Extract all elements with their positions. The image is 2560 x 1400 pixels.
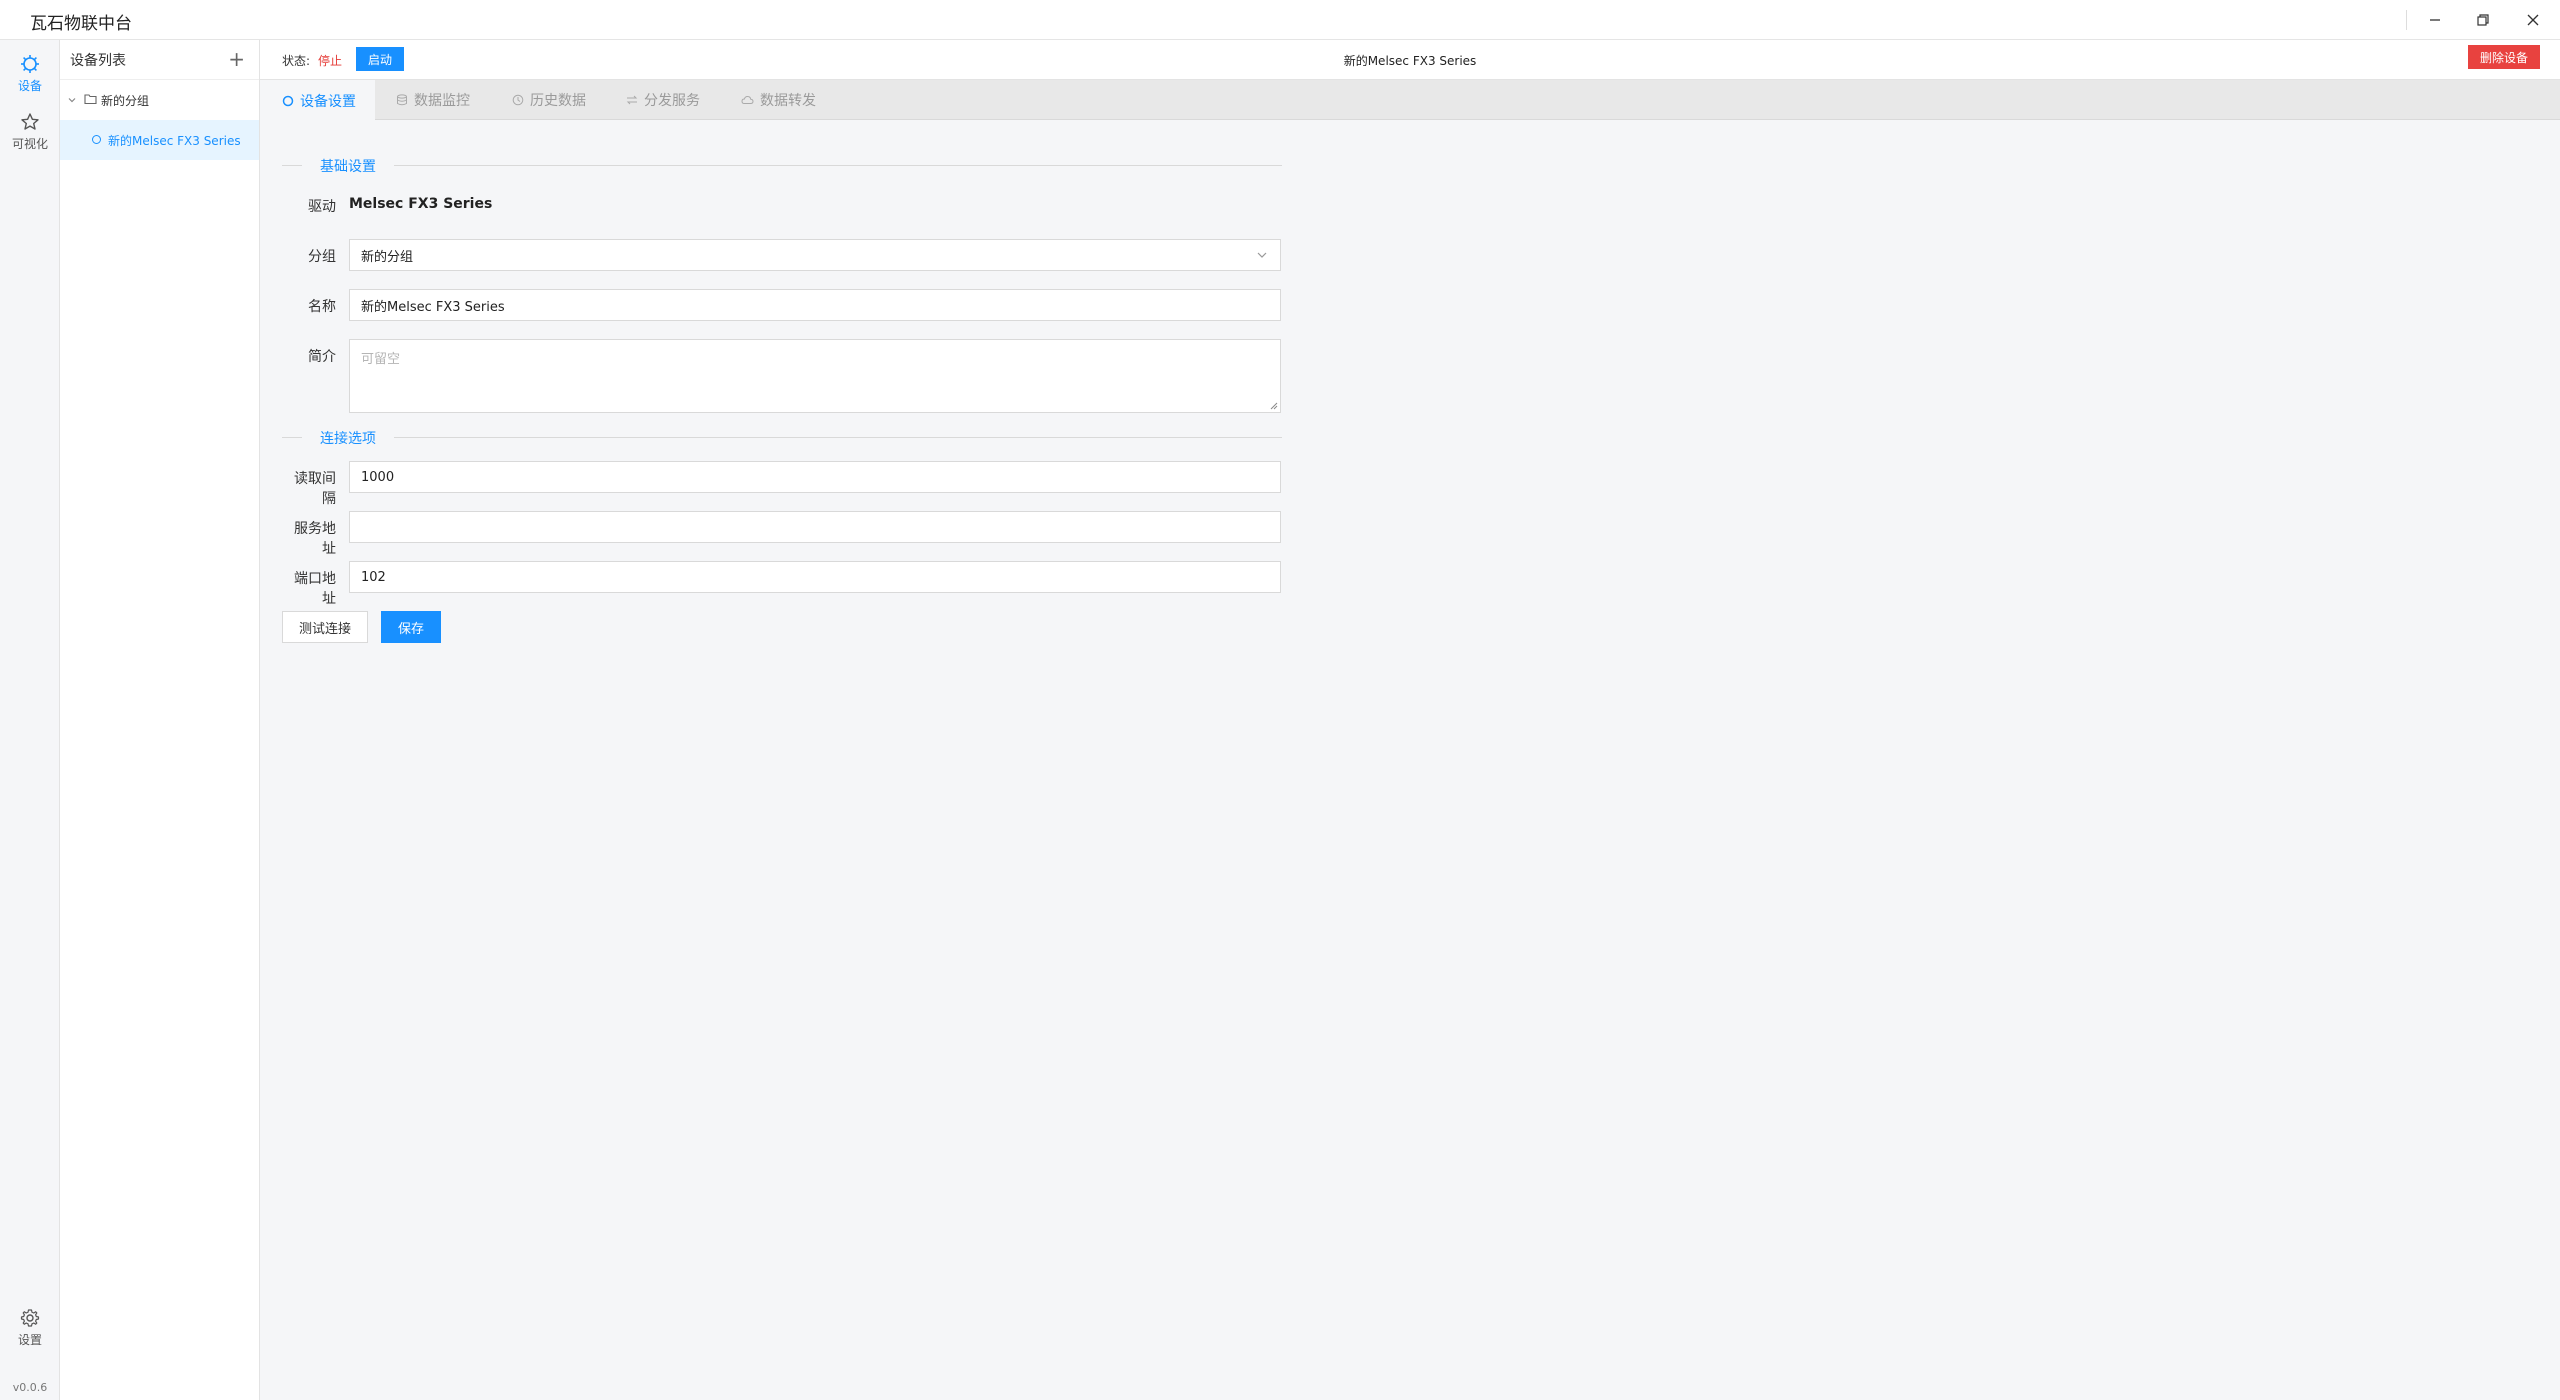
device-header: 状态: 停止 启动 新的Melsec FX3 Series 删除设备: [260, 40, 2560, 80]
address-label: 服务地址: [294, 521, 336, 557]
tab-label: 设备设置: [300, 93, 356, 110]
interval-input[interactable]: 1000: [349, 461, 1281, 493]
driver-label: 驱动: [308, 199, 336, 215]
activity-label: 设置: [17, 1333, 42, 1347]
section-title: 连接选项: [320, 431, 376, 447]
tab-data-monitor[interactable]: 数据监控: [396, 80, 470, 120]
device-status-icon: [92, 135, 101, 144]
interval-input-value: 1000: [361, 469, 395, 485]
driver-value: Melsec FX3 Series: [349, 196, 493, 212]
star-icon: [21, 113, 39, 130]
minimize-icon: [2430, 19, 2440, 21]
add-device-button[interactable]: +: [228, 49, 245, 69]
settings-form: 基础设置 驱动 Melsec FX3 Series 分组 新的分组 名称 新的M…: [260, 120, 2560, 1400]
close-button[interactable]: [2510, 0, 2556, 40]
description-placeholder: 可留空: [361, 352, 401, 367]
name-label: 名称: [308, 299, 336, 315]
activity-label: 设备: [17, 79, 42, 93]
description-textarea[interactable]: 可留空: [349, 339, 1281, 413]
title-bar: 瓦石物联中台: [0, 0, 2560, 40]
cloud-icon: [741, 95, 754, 104]
group-select-value: 新的分组: [361, 249, 414, 265]
port-input[interactable]: 102: [349, 561, 1281, 593]
section-title: 基础设置: [320, 159, 376, 175]
connection-options-divider: 连接选项: [282, 427, 1282, 447]
tab-data-forwarding[interactable]: 数据转发: [741, 80, 816, 120]
restore-icon: [2477, 14, 2489, 26]
tree-group-item[interactable]: 新的分组: [60, 80, 259, 120]
clock-icon: [512, 94, 524, 106]
caret-down-icon[interactable]: [68, 96, 76, 104]
device-list-header: 设备列表 +: [60, 40, 259, 80]
tab-label: 数据监控: [414, 93, 470, 109]
restore-button[interactable]: [2460, 0, 2506, 40]
chevron-down-icon: [1257, 252, 1267, 258]
tab-label: 数据转发: [760, 93, 816, 109]
activity-label: 可视化: [11, 137, 48, 151]
resize-handle-icon[interactable]: [1270, 402, 1278, 410]
tab-label: 分发服务: [644, 93, 700, 109]
version-label: v0.0.6: [12, 1381, 48, 1394]
device-list-panel: 设备列表 + 新的分组 新的Melsec FX3 Series: [60, 40, 260, 1400]
name-input-value: 新的Melsec FX3 Series: [361, 299, 505, 315]
group-label: 分组: [308, 249, 336, 265]
minimize-button[interactable]: [2412, 0, 2458, 40]
tree-device-label: 新的Melsec FX3 Series: [108, 134, 241, 148]
title-separator: [2406, 10, 2407, 30]
exchange-icon: [626, 95, 638, 105]
name-input[interactable]: 新的Melsec FX3 Series: [349, 289, 1281, 321]
tab-bar: 设备设置 数据监控 历史数据 分发服务 数据转发: [260, 80, 2560, 121]
delete-device-button[interactable]: 删除设备: [2468, 45, 2540, 69]
test-connection-button[interactable]: 测试连接: [282, 611, 368, 643]
folder-icon: [84, 94, 97, 105]
description-label: 简介: [308, 349, 336, 365]
save-button[interactable]: 保存: [381, 611, 441, 643]
activity-item-devices[interactable]: 设备: [0, 46, 60, 102]
tab-label: 历史数据: [530, 93, 586, 109]
tab-history-data[interactable]: 历史数据: [512, 80, 586, 120]
address-input[interactable]: [349, 511, 1281, 543]
device-title: 新的Melsec FX3 Series: [1343, 54, 1477, 68]
group-select[interactable]: 新的分组: [349, 239, 1281, 271]
app-title: 瓦石物联中台: [30, 14, 132, 34]
activity-item-settings[interactable]: 设置: [0, 1300, 60, 1356]
port-label: 端口地址: [294, 571, 336, 607]
interval-label: 读取间隔: [294, 471, 336, 507]
device-list-title: 设备列表: [70, 52, 126, 69]
chip-icon: [21, 55, 39, 73]
tree-device-item[interactable]: 新的Melsec FX3 Series: [60, 120, 259, 160]
tab-distribution-service[interactable]: 分发服务: [626, 80, 700, 120]
close-icon: [2527, 14, 2539, 26]
port-input-value: 102: [361, 569, 386, 585]
tab-device-settings[interactable]: 设备设置: [260, 80, 375, 121]
basic-settings-divider: 基础设置: [282, 155, 1282, 175]
gear-icon: [20, 1309, 40, 1327]
activity-bar: 设备 可视化 设置 v0.0.6: [0, 40, 60, 1400]
circle-icon: [282, 95, 294, 106]
database-icon: [397, 94, 407, 106]
tree-group-label: 新的分组: [101, 94, 150, 108]
activity-item-visualization[interactable]: 可视化: [0, 104, 60, 160]
